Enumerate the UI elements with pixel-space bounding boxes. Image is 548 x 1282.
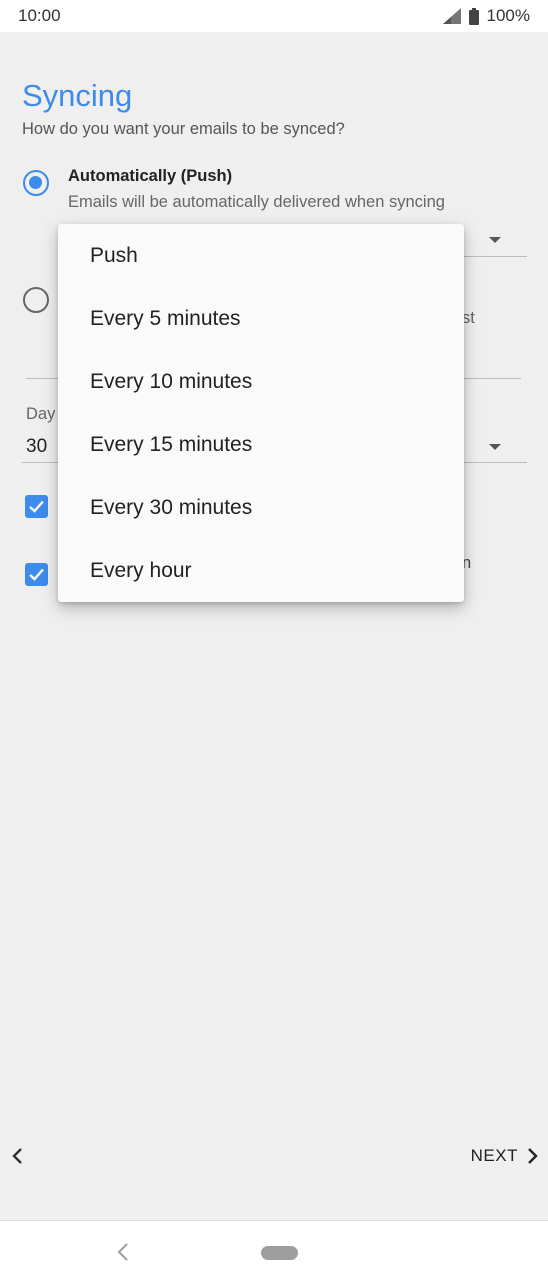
check-icon bbox=[29, 500, 44, 513]
page-subtitle: How do you want your emails to be synced… bbox=[22, 120, 345, 138]
check-icon bbox=[29, 568, 44, 581]
back-chevron-icon[interactable] bbox=[10, 1146, 24, 1166]
battery-percentage: 100% bbox=[486, 6, 530, 25]
status-icons: 100% bbox=[442, 6, 530, 26]
menu-item-push[interactable]: Push bbox=[58, 224, 464, 287]
next-button[interactable]: NEXT bbox=[471, 1142, 538, 1170]
option-push-title: Automatically (Push) bbox=[68, 167, 233, 185]
menu-item-every-15-minutes[interactable]: Every 15 minutes bbox=[58, 413, 464, 476]
checkbox-1[interactable] bbox=[25, 495, 48, 518]
sync-frequency-dropdown-arrow-icon[interactable] bbox=[489, 237, 501, 243]
home-pill-button[interactable] bbox=[261, 1246, 298, 1260]
sync-frequency-underline bbox=[460, 256, 527, 257]
page-title: Syncing bbox=[22, 78, 133, 113]
menu-item-every-hour[interactable]: Every hour bbox=[58, 539, 464, 602]
status-time: 10:00 bbox=[18, 6, 61, 25]
chevron-right-icon bbox=[528, 1148, 538, 1164]
menu-item-every-5-minutes[interactable]: Every 5 minutes bbox=[58, 287, 464, 350]
system-navigation-bar bbox=[0, 1220, 548, 1282]
battery-icon bbox=[468, 7, 479, 25]
system-back-icon[interactable] bbox=[116, 1241, 130, 1263]
menu-item-every-10-minutes[interactable]: Every 10 minutes bbox=[58, 350, 464, 413]
next-button-label: NEXT bbox=[470, 1146, 518, 1165]
signal-icon bbox=[442, 8, 461, 24]
radio-scheduled[interactable] bbox=[23, 287, 49, 313]
status-bar: 10:00 100% bbox=[0, 0, 548, 32]
sync-frequency-menu: Push Every 5 minutes Every 10 minutes Ev… bbox=[58, 224, 464, 602]
option-push-description: Emails will be automatically delivered w… bbox=[68, 193, 445, 211]
main-content: Syncing How do you want your emails to b… bbox=[0, 32, 548, 1220]
radio-push[interactable] bbox=[23, 170, 49, 196]
checkbox-2[interactable] bbox=[25, 563, 48, 586]
menu-item-every-30-minutes[interactable]: Every 30 minutes bbox=[58, 476, 464, 539]
days-dropdown-arrow-icon[interactable] bbox=[489, 444, 501, 450]
days-field-value: 30 bbox=[26, 436, 48, 457]
days-field-label: Day bbox=[26, 405, 56, 423]
